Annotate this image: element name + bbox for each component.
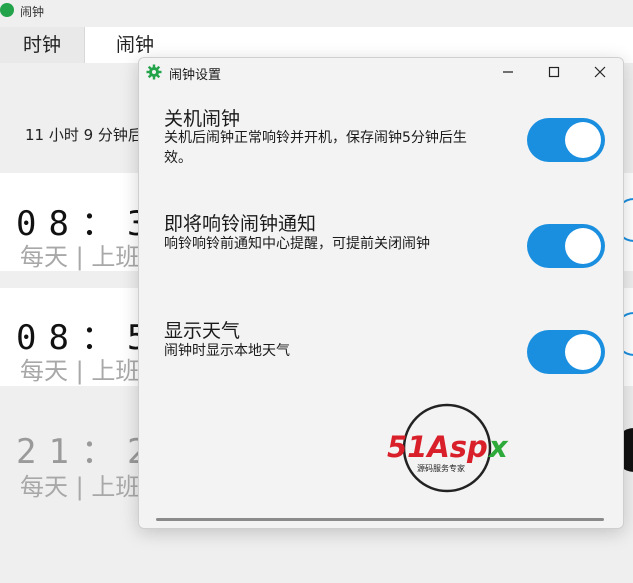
alarm-app-icon bbox=[0, 3, 14, 17]
toggle-knob bbox=[565, 228, 601, 264]
logo-brand-x: x bbox=[487, 430, 509, 464]
maximize-button[interactable] bbox=[531, 58, 577, 86]
close-icon bbox=[594, 66, 606, 78]
horizontal-scrollbar[interactable] bbox=[156, 518, 604, 521]
maximize-icon bbox=[548, 66, 560, 78]
main-title-bar: 闹钟 bbox=[0, 0, 633, 24]
toggle-knob bbox=[565, 122, 601, 158]
toggle-knob bbox=[565, 334, 601, 370]
alarm-repeat: 每天 | 上班 bbox=[20, 473, 140, 501]
upcoming-alarm-notification-toggle[interactable] bbox=[527, 224, 605, 268]
setting-title: 即将响铃闹钟通知 bbox=[164, 213, 317, 235]
dialog-title-bar: 闹钟设置 bbox=[139, 58, 623, 86]
logo-51aspx: 51Asp x 源码服务专家 bbox=[387, 403, 509, 493]
next-alarm-countdown: 11 小时 9 分钟后 bbox=[25, 126, 143, 144]
minimize-button[interactable] bbox=[485, 58, 531, 86]
alarm-repeat: 每天 | 上班 bbox=[20, 357, 140, 385]
gear-icon bbox=[146, 64, 162, 80]
shutdown-alarm-toggle[interactable] bbox=[527, 118, 605, 162]
tab-clock[interactable]: 时钟 bbox=[0, 27, 85, 63]
logo-brand: 51Asp bbox=[387, 430, 488, 464]
setting-description: 响铃响铃前通知中心提醒，可提前关闭闹钟 bbox=[164, 236, 430, 252]
dialog-title: 闹钟设置 bbox=[169, 68, 222, 83]
setting-description: 闹钟时显示本地天气 bbox=[164, 343, 290, 359]
logo-tagline: 源码服务专家 bbox=[417, 463, 465, 473]
alarm-repeat: 每天 | 上班 bbox=[20, 243, 140, 271]
minimize-icon bbox=[503, 71, 513, 73]
show-weather-toggle[interactable] bbox=[527, 330, 605, 374]
setting-title: 关机闹钟 bbox=[164, 108, 241, 130]
setting-description: 关机后闹钟正常响铃并开机，保存闹钟5分钟后生效。 bbox=[164, 130, 467, 166]
setting-title: 显示天气 bbox=[164, 320, 241, 342]
app-title: 闹钟 bbox=[20, 5, 45, 19]
alarm-settings-dialog: 闹钟设置 关机闹钟 关机后闹钟正常响铃并开机，保存闹钟5分钟后生效。 即将响铃闹… bbox=[138, 57, 624, 529]
close-button[interactable] bbox=[577, 58, 623, 86]
